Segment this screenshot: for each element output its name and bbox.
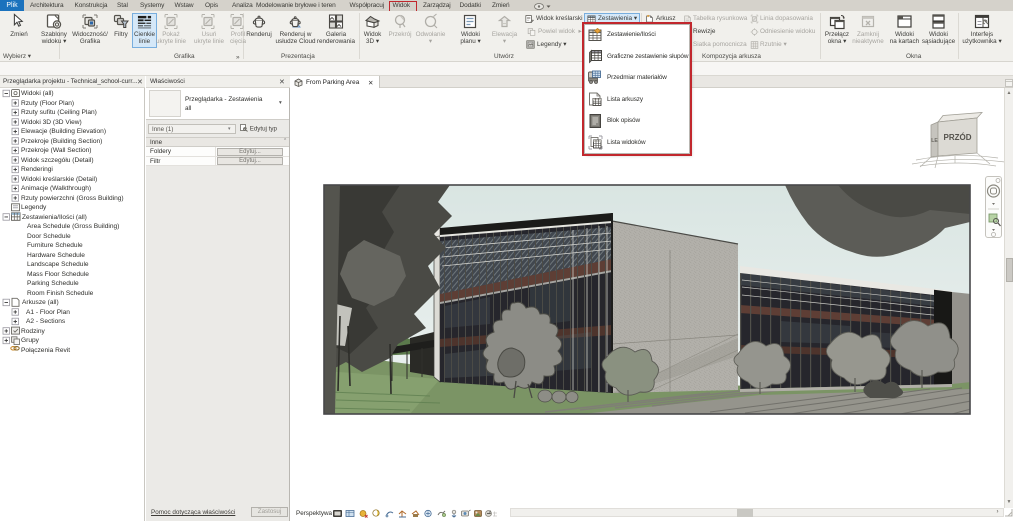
svg-text:PRZÓD: PRZÓD	[944, 133, 972, 142]
svg-text:LE: LE	[931, 138, 938, 144]
